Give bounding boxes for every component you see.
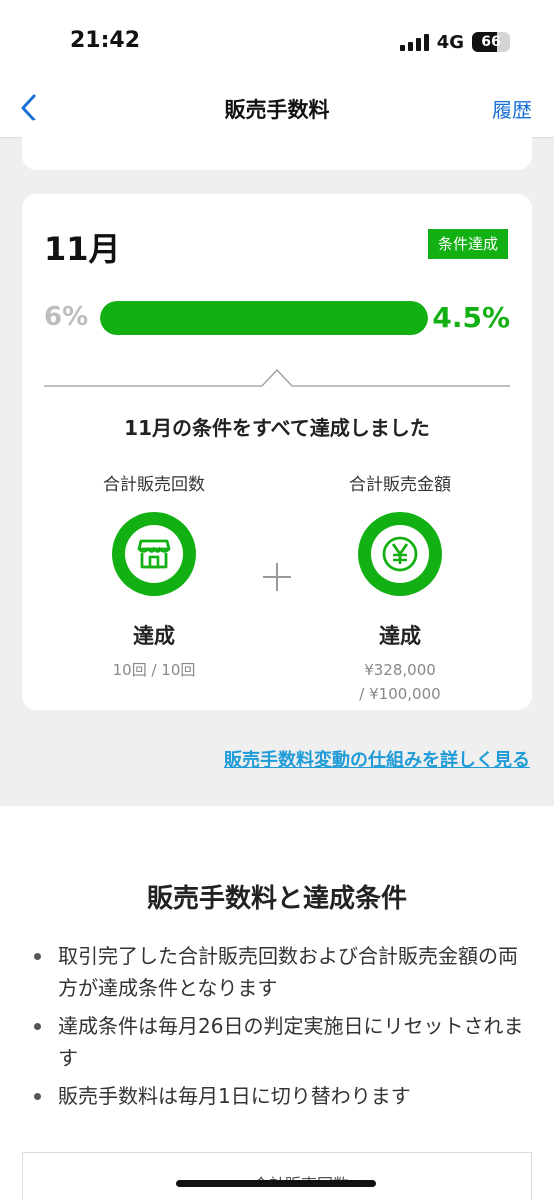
fee-mechanism-link[interactable]: 販売手数料変動の仕組みを詳しく見る (224, 746, 530, 772)
fee-progress-fill (100, 301, 428, 335)
metric-label: 合計販売金額 (349, 475, 451, 495)
status-bar: 21:42 4G 66 (0, 0, 554, 80)
conditions-table: 合計販売回数 + (22, 1152, 532, 1200)
fee-status-card: 11月 条件達成 6% 4.5% 11月の条件をすべて達成しました 合計販売回数… (22, 194, 532, 710)
metric-icon-circle (112, 512, 196, 596)
home-indicator (176, 1180, 376, 1187)
conditions-list: 取引完了した合計販売回数および合計販売金額の両方が達成条件となります 達成条件は… (28, 940, 528, 1118)
previous-card (22, 120, 532, 170)
metric-detail-line: 10回 / 10回 (112, 661, 196, 679)
battery-percent: 66 (481, 34, 501, 50)
signal-icon (399, 33, 429, 51)
shop-icon (137, 539, 171, 569)
section-title: 販売手数料と達成条件 (146, 884, 407, 914)
metric-status: 達成 (379, 624, 421, 648)
metric-detail: 10回 / 10回 (54, 658, 254, 682)
month-title: 11月 (44, 230, 121, 268)
list-item: 達成条件は毎月26日の判定実施日にリセットされます (28, 1010, 528, 1074)
status-time: 21:42 (70, 28, 141, 53)
fee-progress-bar (100, 301, 428, 335)
achieved-message: 11月の条件をすべて達成しました (124, 416, 430, 440)
previous-rate: 6% (44, 302, 89, 332)
sales-amount-metric: 合計販売金額 達成 ¥328,000 / ¥100,000 (300, 470, 500, 706)
network-type: 4G (436, 31, 464, 53)
metric-label: 合計販売回数 (103, 475, 205, 495)
list-item: 販売手数料は毎月1日に切り替わります (28, 1080, 528, 1112)
fee-conditions-section: 販売手数料と達成条件 取引完了した合計販売回数および合計販売金額の両方が達成条件… (0, 806, 554, 1200)
status-indicators: 4G 66 (399, 30, 510, 54)
yen-icon (382, 536, 418, 572)
status-badge: 条件達成 (427, 229, 508, 259)
metric-detail-line: / ¥100,000 (359, 685, 441, 703)
plus-icon (263, 563, 291, 591)
current-rate: 4.5% (432, 301, 510, 334)
list-item: 取引完了した合計販売回数および合計販売金額の両方が達成条件となります (28, 940, 528, 1004)
metric-detail: ¥328,000 / ¥100,000 (300, 658, 500, 706)
sales-count-metric: 合計販売回数 達成 10回 / 10回 (54, 470, 254, 682)
battery-icon: 66 (472, 32, 510, 52)
metric-icon-circle (358, 512, 442, 596)
metric-status: 達成 (133, 624, 175, 648)
history-button[interactable]: 履歴 (492, 94, 532, 123)
divider-pointer (44, 369, 510, 387)
metric-detail-line: ¥328,000 (364, 661, 436, 679)
